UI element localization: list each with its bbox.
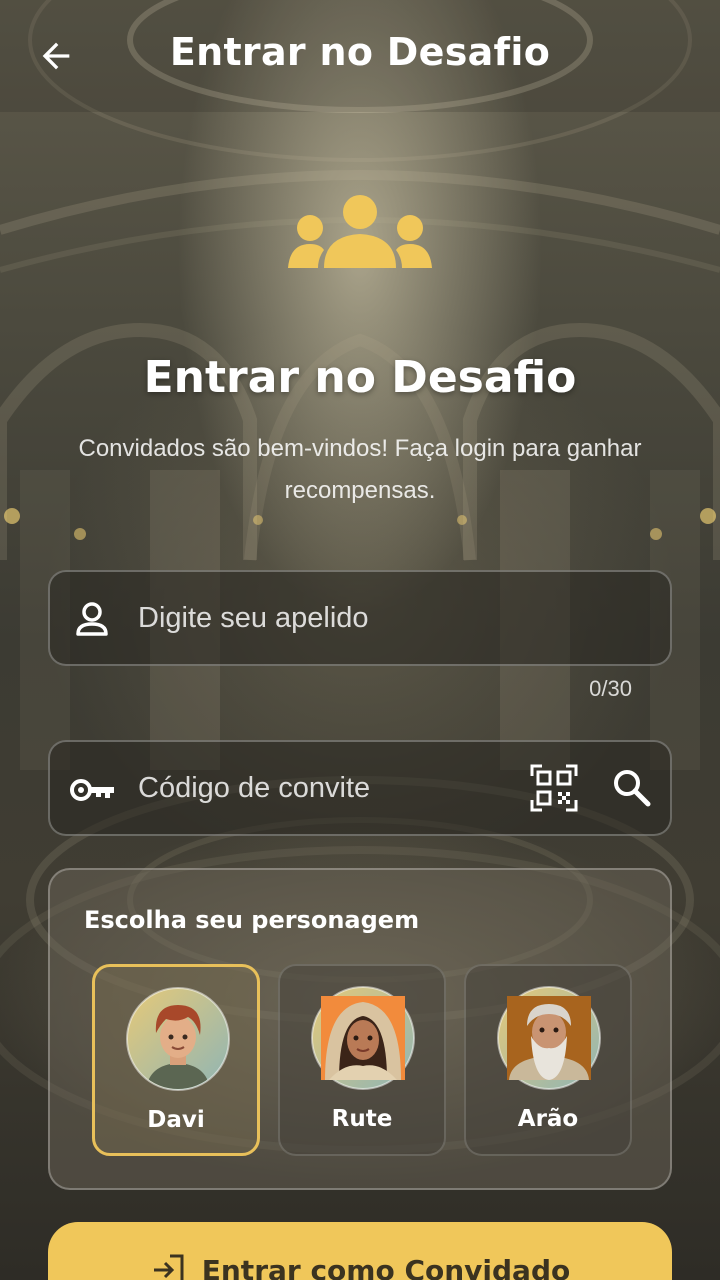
search-icon[interactable]	[610, 766, 654, 810]
guest-login-label: Entrar como Convidado	[201, 1253, 571, 1280]
character-card-rute[interactable]: Rute	[278, 964, 446, 1156]
character-card-arao[interactable]: Arão	[464, 964, 632, 1156]
invite-code-input[interactable]	[138, 742, 558, 834]
person-icon	[76, 602, 108, 636]
character-card-davi[interactable]: Davi	[92, 964, 260, 1156]
group-icon	[288, 195, 432, 268]
character-picker: Escolha seu personagem Davi Rute Arão	[48, 868, 672, 1190]
character-name: Arão	[517, 1106, 579, 1132]
nickname-char-counter: 0/30	[589, 676, 632, 701]
key-icon	[70, 779, 114, 801]
character-picker-heading: Escolha seu personagem	[84, 906, 420, 934]
avatar-arao	[497, 986, 601, 1090]
login-icon	[153, 1254, 184, 1280]
app-bar: Entrar no Desafio	[0, 0, 720, 112]
hero-title: Entrar no Desafio	[143, 352, 577, 403]
nickname-field[interactable]	[48, 570, 672, 666]
avatar-davi	[126, 987, 230, 1091]
avatar-rute	[311, 986, 415, 1090]
character-name: Rute	[331, 1106, 393, 1132]
qr-scan-icon[interactable]	[530, 764, 578, 812]
invite-code-field[interactable]	[48, 740, 672, 836]
guest-login-button[interactable]: Entrar como Convidado	[48, 1222, 672, 1280]
character-name: Davi	[147, 1107, 205, 1133]
nickname-input[interactable]	[138, 572, 558, 664]
hero-subtitle: Convidados são bem-vindos! Faça login pa…	[78, 435, 642, 504]
page-title: Entrar no Desafio	[169, 30, 551, 74]
